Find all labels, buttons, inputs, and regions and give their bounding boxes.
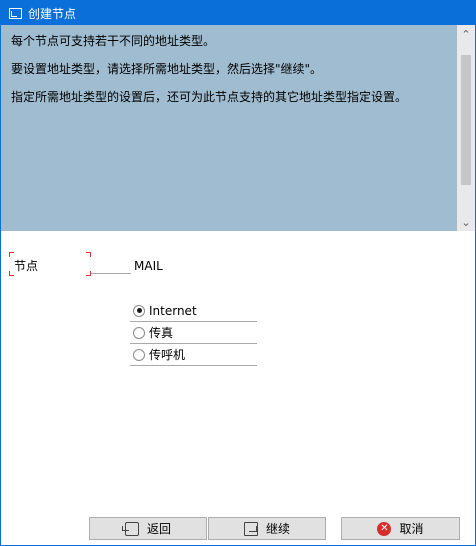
back-button-label: 返回 [146, 522, 171, 536]
radio-fax[interactable] [133, 326, 145, 339]
scroll-up-icon[interactable]: ⌃ [457, 25, 475, 43]
node-label-box: 节点 [9, 252, 91, 276]
info-scrollbar[interactable]: ⌃ ⌄ [457, 25, 475, 231]
back-button[interactable]: 返回 [89, 517, 207, 540]
cancel-icon: ✕ [377, 521, 392, 536]
info-line-2: 要设置地址类型，请选择所需地址类型，然后选择"继续"。 [11, 62, 323, 76]
radio-pager[interactable] [133, 348, 145, 361]
continue-button-label: 继续 [265, 522, 290, 536]
radio-label-pager[interactable]: 传呼机 [149, 346, 185, 363]
info-text: 每个节点可支持若干不同的地址类型。 要设置地址类型，请选择所需地址类型，然后选择… [11, 33, 431, 117]
radio-label-internet[interactable]: Internet [149, 304, 197, 318]
scroll-thumb[interactable] [461, 55, 471, 185]
radio-label-fax[interactable]: 传真 [149, 324, 173, 341]
cancel-button-label: 取消 [399, 522, 424, 536]
scroll-down-icon[interactable]: ⌄ [457, 213, 475, 231]
window-title: 创建节点 [28, 6, 77, 21]
create-node-dialog: 创建节点 每个节点可支持若干不同的地址类型。 要设置地址类型，请选择所需地址类型… [0, 0, 476, 546]
continue-button[interactable]: 继续 [208, 517, 326, 540]
title-bar: 创建节点 [1, 1, 475, 25]
node-label: 节点 [14, 259, 39, 273]
window-icon [9, 7, 22, 19]
cancel-button[interactable]: ✕ 取消 [341, 517, 460, 540]
address-type-group: Internet 传真 传呼机 [130, 300, 257, 366]
info-panel: 每个节点可支持若干不同的地址类型。 要设置地址类型，请选择所需地址类型，然后选择… [1, 25, 475, 231]
node-input[interactable] [91, 273, 131, 274]
radio-internet[interactable] [133, 304, 145, 317]
radio-option-internet[interactable]: Internet [130, 300, 257, 322]
info-line-3: 指定所需地址类型的设置后，还可为此节点支持的其它地址类型指定设置。 [11, 90, 408, 104]
node-value: MAIL [134, 259, 163, 273]
radio-option-fax[interactable]: 传真 [130, 322, 257, 344]
radio-option-pager[interactable]: 传呼机 [130, 344, 257, 366]
back-icon [121, 521, 139, 536]
continue-icon [243, 521, 258, 536]
info-line-1: 每个节点可支持若干不同的地址类型。 [11, 34, 216, 48]
